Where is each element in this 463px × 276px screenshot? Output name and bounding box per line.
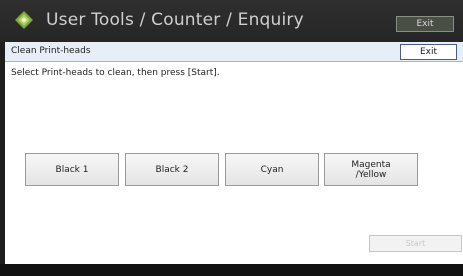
content-panel: Clean Print-heads Exit Select Print-head…	[5, 42, 463, 264]
screen-header: Clean Print-heads Exit	[5, 42, 463, 62]
bottom-bar	[0, 264, 463, 276]
window-title: User Tools / Counter / Enquiry	[46, 10, 304, 30]
black-2-button[interactable]: Black 2	[125, 153, 219, 186]
magenta-yellow-button[interactable]: Magenta /Yellow	[324, 153, 418, 186]
screen-title: Clean Print-heads	[11, 46, 91, 56]
exit-button[interactable]: Exit	[400, 44, 457, 60]
instruction-text: Select Print-heads to clean, then press …	[11, 68, 220, 78]
screen: User Tools / Counter / Enquiry Exit Clea…	[0, 0, 463, 276]
start-button[interactable]: Start	[369, 235, 462, 252]
black-1-button[interactable]: Black 1	[25, 153, 119, 186]
cyan-button[interactable]: Cyan	[225, 153, 319, 186]
title-bar: User Tools / Counter / Enquiry Exit	[0, 0, 463, 42]
diamond-logo-icon	[15, 11, 33, 29]
top-exit-button[interactable]: Exit	[396, 16, 454, 32]
